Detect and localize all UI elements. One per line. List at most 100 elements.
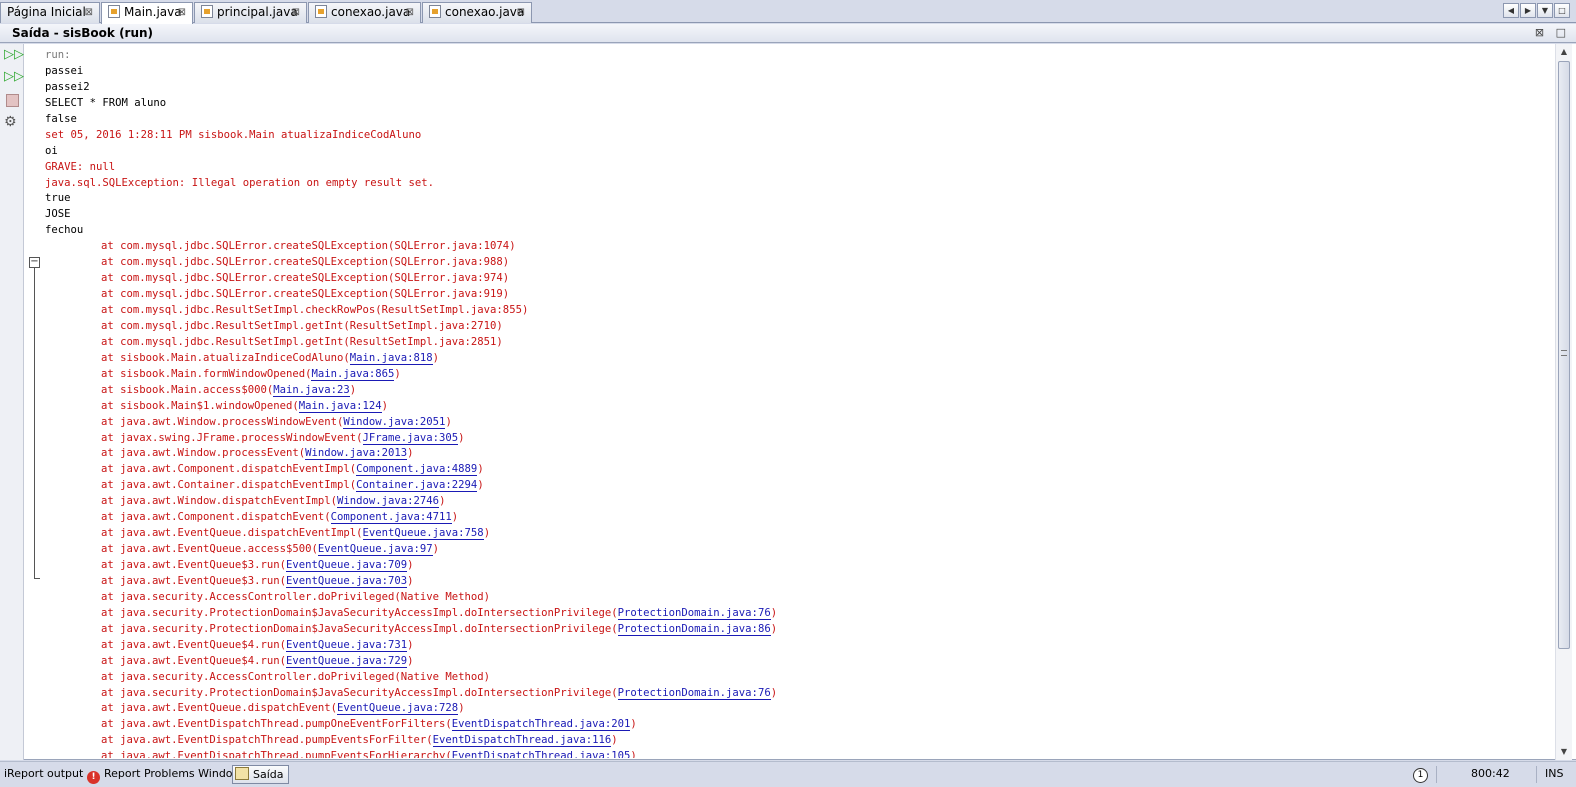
source-link[interactable]: ProtectionDomain.java:76 bbox=[617, 606, 771, 620]
stack-trace-line: at com.mysql.jdbc.ResultSetImpl.getInt(R… bbox=[45, 319, 1540, 335]
stop-icon[interactable] bbox=[6, 94, 19, 107]
source-link[interactable]: Component.java:4711 bbox=[330, 511, 452, 525]
source-link[interactable]: Window.java:2013 bbox=[305, 447, 408, 461]
stack-trace-line: at java.awt.EventQueue$3.run(EventQueue.… bbox=[45, 574, 1540, 590]
saida-tab[interactable]: Saída bbox=[232, 765, 289, 784]
restore-icon[interactable]: □ bbox=[1554, 3, 1570, 18]
stack-frame-suffix: ) bbox=[407, 638, 414, 651]
stack-frame-text: at java.awt.EventDispatchThread.pumpEven… bbox=[101, 734, 433, 747]
source-link[interactable]: Main.java:23 bbox=[273, 383, 350, 397]
tab-main-java[interactable]: Main.java ⊠ bbox=[101, 2, 193, 24]
tab-conexao-java-1[interactable]: conexao.java ⊠ bbox=[308, 2, 421, 23]
source-link[interactable]: EventQueue.java:758 bbox=[362, 527, 484, 541]
tab-list-icon[interactable]: ▼ bbox=[1537, 3, 1553, 18]
stack-frame-text: at java.security.AccessController.doPriv… bbox=[101, 670, 491, 683]
source-link[interactable]: ProtectionDomain.java:76 bbox=[617, 686, 771, 700]
source-link[interactable]: EventQueue.java:729 bbox=[285, 654, 408, 668]
scroll-up-icon[interactable]: ▲ bbox=[1556, 44, 1572, 59]
scrollbar-thumb[interactable] bbox=[1558, 61, 1570, 649]
source-link[interactable]: EventQueue.java:703 bbox=[285, 574, 408, 588]
tab-label: conexao.java bbox=[445, 5, 525, 19]
console-line: passei2 bbox=[45, 80, 90, 93]
tab-principal-java[interactable]: principal.java ⊠ bbox=[194, 2, 307, 23]
stack-trace-line: at java.awt.Window.dispatchEventImpl(Win… bbox=[45, 494, 1540, 510]
source-link[interactable]: EventQueue.java:728 bbox=[337, 702, 459, 716]
stack-frame-suffix: ) bbox=[458, 431, 465, 444]
close-icon[interactable]: ⊠ bbox=[85, 3, 93, 22]
divider bbox=[1436, 766, 1437, 783]
console-line: false bbox=[45, 112, 77, 125]
scroll-left-icon[interactable]: ◀ bbox=[1503, 3, 1519, 18]
stack-frame-text: at java.security.ProtectionDomain$JavaSe… bbox=[101, 686, 618, 699]
notification-icon: 1 bbox=[1413, 768, 1428, 783]
console-line: fechou bbox=[45, 224, 84, 237]
stack-frame-suffix: ) bbox=[407, 574, 414, 587]
stack-frame-text: at sisbook.Main.atualizaIndiceCodAluno( bbox=[101, 351, 350, 364]
stack-trace-line: at java.awt.Window.processWindowEvent(Wi… bbox=[45, 415, 1540, 431]
source-link[interactable]: EventDispatchThread.java:116 bbox=[432, 734, 612, 748]
tab-label: conexao.java bbox=[331, 5, 411, 19]
stack-frame-text: at java.awt.EventQueue$4.run( bbox=[101, 638, 286, 651]
java-form-icon bbox=[201, 5, 213, 18]
java-file-icon bbox=[315, 5, 327, 18]
rerun-icon[interactable]: ▷▷ bbox=[4, 46, 24, 63]
source-link[interactable]: Main.java:124 bbox=[298, 399, 382, 413]
stack-frame-text: at sisbook.Main.formWindowOpened( bbox=[101, 367, 312, 380]
source-link[interactable]: Window.java:2051 bbox=[343, 415, 446, 429]
rerun-with-options-icon[interactable]: ▷▷ bbox=[4, 68, 24, 85]
vertical-scrollbar[interactable]: ▲ ▼ bbox=[1555, 44, 1572, 760]
source-link[interactable]: Component.java:4889 bbox=[356, 463, 478, 477]
console-output[interactable]: run: passei passei2 SELECT * FROM aluno fals… bbox=[45, 48, 1540, 758]
source-link[interactable]: ProtectionDomain.java:86 bbox=[617, 622, 771, 636]
stack-frame-text: at com.mysql.jdbc.SQLError.createSQLExce… bbox=[101, 272, 510, 285]
stack-frame-text: at java.awt.EventQueue.access$500( bbox=[101, 543, 318, 556]
close-icon[interactable]: ⊠ bbox=[406, 3, 414, 22]
tab-pagina-inicial[interactable]: Página Inicial ⊠ bbox=[0, 2, 100, 23]
java-file-icon bbox=[108, 5, 120, 18]
report-problems-tab[interactable]: ! Report Problems Window bbox=[87, 765, 242, 784]
source-link[interactable]: EventDispatchThread.java:105 bbox=[451, 750, 631, 758]
fold-toggle-icon[interactable]: − bbox=[29, 257, 40, 268]
stack-frame-suffix: ) bbox=[432, 351, 440, 364]
source-link[interactable]: EventQueue.java:97 bbox=[317, 543, 433, 557]
stack-trace-line: at com.mysql.jdbc.SQLError.createSQLExce… bbox=[45, 239, 1540, 255]
source-link[interactable]: Container.java:2294 bbox=[356, 479, 478, 493]
tab-conexao-java-2[interactable]: conexao.java ⊠ bbox=[422, 2, 532, 23]
ireport-output-tab[interactable]: iReport output bbox=[4, 765, 83, 784]
close-icon[interactable]: ⊠ bbox=[517, 3, 525, 22]
close-icon[interactable]: ⊠ bbox=[178, 3, 186, 22]
stack-trace-line: at java.awt.Container.dispatchEventImpl(… bbox=[45, 478, 1540, 494]
source-link[interactable]: Window.java:2746 bbox=[337, 495, 440, 509]
stack-frame-suffix: ) bbox=[630, 750, 637, 758]
stack-trace-line: at com.mysql.jdbc.ResultSetImpl.checkRow… bbox=[45, 303, 1540, 319]
stack-trace-line: at java.awt.EventDispatchThread.pumpOneE… bbox=[45, 717, 1540, 733]
scroll-right-icon[interactable]: ▶ bbox=[1520, 3, 1536, 18]
stack-frame-suffix: ) bbox=[770, 686, 778, 699]
scroll-down-icon[interactable]: ▼ bbox=[1556, 744, 1572, 759]
source-link[interactable]: Main.java:865 bbox=[311, 367, 395, 381]
source-link[interactable]: EventDispatchThread.java:201 bbox=[451, 718, 631, 732]
stack-trace-line: at java.awt.Component.dispatchEvent(Comp… bbox=[45, 510, 1540, 526]
stack-trace-line: at java.security.ProtectionDomain$JavaSe… bbox=[45, 606, 1540, 622]
output-window-header: Saída - sisBook (run) ⊠ □ bbox=[0, 24, 1576, 43]
stack-frame-text: at java.awt.EventDispatchThread.pumpEven… bbox=[101, 750, 452, 758]
restore-icon[interactable]: □ bbox=[1556, 26, 1566, 39]
console-line: run: bbox=[45, 49, 71, 61]
source-link[interactable]: JFrame.java:305 bbox=[362, 431, 459, 445]
stack-frame-suffix: ) bbox=[770, 606, 778, 619]
stack-frame-text: at java.security.ProtectionDomain$JavaSe… bbox=[101, 606, 618, 619]
close-icon[interactable]: ⊠ bbox=[1535, 26, 1544, 39]
stack-trace-line: at java.awt.Component.dispatchEventImpl(… bbox=[45, 462, 1540, 478]
source-link[interactable]: EventQueue.java:709 bbox=[285, 559, 408, 572]
insert-mode: INS bbox=[1545, 767, 1564, 780]
notifications-button[interactable]: 1 bbox=[1413, 765, 1428, 784]
close-icon[interactable]: ⊠ bbox=[292, 3, 300, 22]
tab-label: principal.java bbox=[217, 5, 298, 19]
source-link[interactable]: Main.java:818 bbox=[349, 351, 433, 365]
caret-position: 800:42 bbox=[1471, 767, 1510, 780]
stack-frame-text: at java.awt.Component.dispatchEvent( bbox=[101, 511, 331, 524]
source-link[interactable]: EventQueue.java:731 bbox=[285, 638, 408, 652]
stack-trace-line: at java.security.ProtectionDomain$JavaSe… bbox=[45, 622, 1540, 638]
settings-icon[interactable]: ⚙ bbox=[4, 114, 21, 131]
stack-frame-suffix: ) bbox=[483, 527, 491, 540]
